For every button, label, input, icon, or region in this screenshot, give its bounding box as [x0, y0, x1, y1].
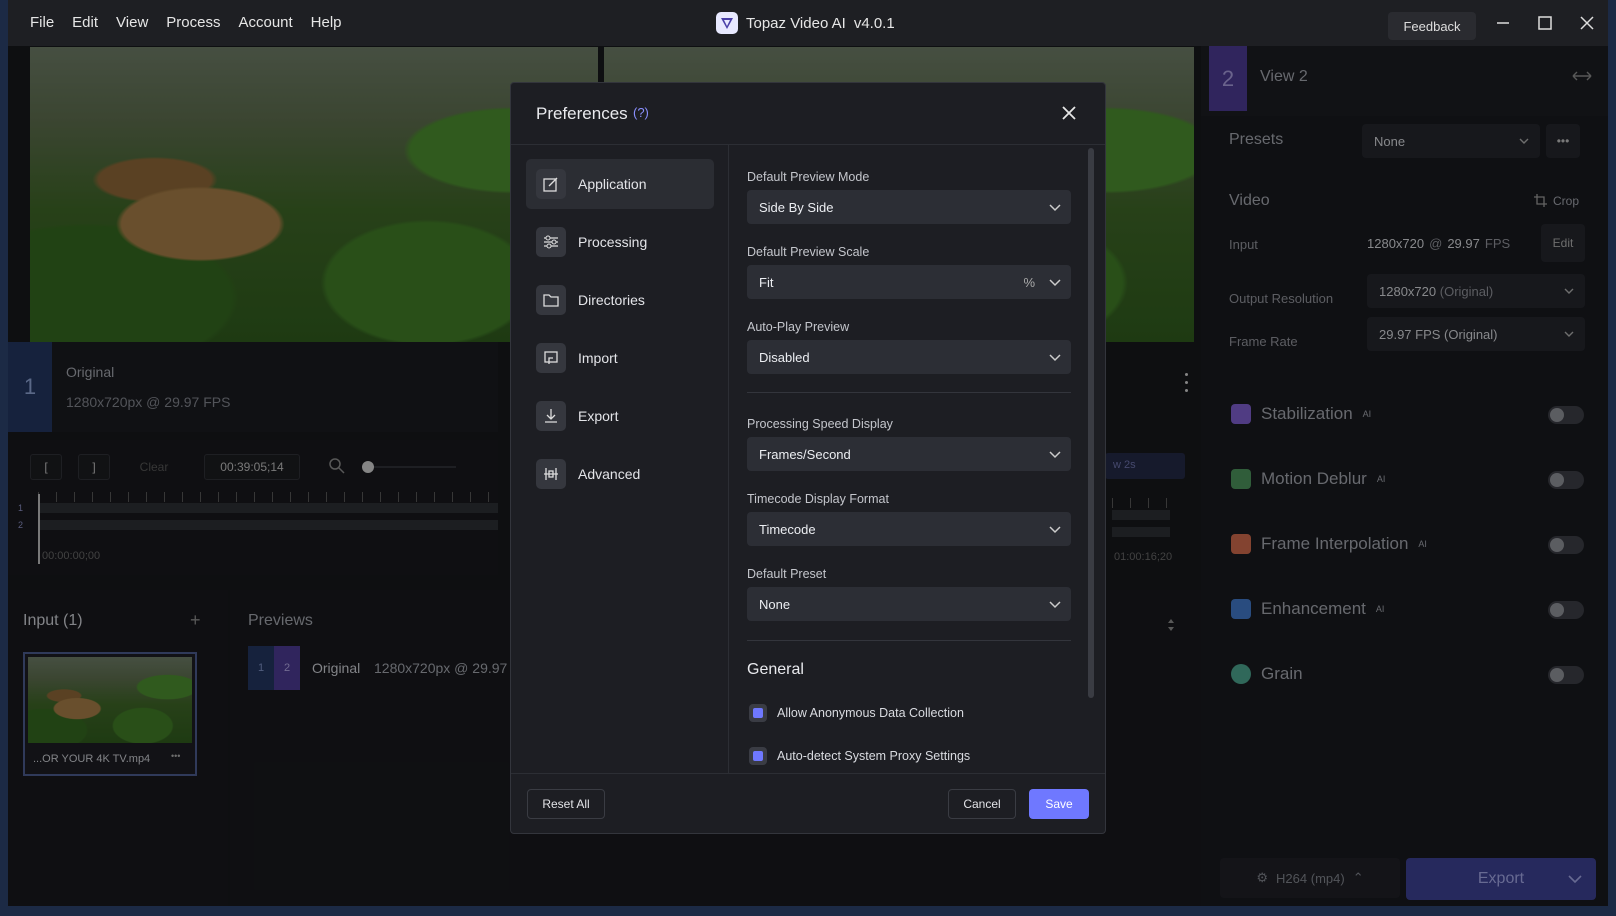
- default-preset-label: Default Preset: [747, 567, 827, 581]
- processing-speed-display-select[interactable]: Frames/Second: [747, 437, 1071, 471]
- default-preview-scale-select[interactable]: Fit %: [747, 265, 1071, 299]
- nav-export[interactable]: Export: [526, 391, 714, 441]
- nav-label: Directories: [578, 292, 645, 308]
- maximize-icon[interactable]: [1530, 10, 1560, 36]
- menu-account[interactable]: Account: [229, 0, 301, 46]
- menu-view[interactable]: View: [107, 0, 157, 46]
- auto-play-preview-select[interactable]: Disabled: [747, 340, 1071, 374]
- close-icon[interactable]: [1059, 103, 1081, 125]
- nav-processing[interactable]: Processing: [526, 217, 714, 267]
- nav-directories[interactable]: Directories: [526, 275, 714, 325]
- chevron-down-icon: [1049, 354, 1061, 362]
- cancel-button[interactable]: Cancel: [948, 789, 1016, 819]
- dialog-footer: Reset All Cancel Save: [511, 773, 1105, 835]
- select-value: None: [759, 596, 791, 612]
- menu-edit[interactable]: Edit: [63, 0, 107, 46]
- menu-help[interactable]: Help: [302, 0, 351, 46]
- nav-label: Export: [578, 408, 619, 424]
- nav-import[interactable]: Import: [526, 333, 714, 383]
- chevron-down-icon: [1049, 451, 1061, 459]
- feedback-button[interactable]: Feedback: [1388, 12, 1476, 40]
- chevron-down-icon: [1049, 204, 1061, 212]
- topaz-logo-icon: [716, 12, 738, 34]
- nav-label: Application: [578, 176, 647, 192]
- select-value: Fit: [759, 274, 774, 290]
- app-name: Topaz Video AI: [746, 14, 846, 32]
- auto-play-preview-label: Auto-Play Preview: [747, 320, 850, 334]
- preferences-nav: Application Processing Directories Impor…: [511, 145, 729, 773]
- default-preview-scale-label: Default Preview Scale: [747, 245, 870, 259]
- preferences-content: Default Preview Mode Side By Side Defaul…: [730, 145, 1105, 773]
- save-button[interactable]: Save: [1029, 789, 1089, 819]
- processing-speed-display-label: Processing Speed Display: [747, 417, 893, 431]
- nav-label: Advanced: [578, 466, 641, 482]
- chevron-down-icon: [1049, 526, 1061, 534]
- advanced-icon: [536, 459, 566, 489]
- select-value: Frames/Second: [759, 446, 851, 462]
- divider: [747, 392, 1071, 393]
- import-icon: [536, 343, 566, 373]
- divider: [747, 640, 1071, 641]
- percent-unit: %: [1023, 274, 1035, 290]
- timecode-display-format-select[interactable]: Timecode: [747, 512, 1071, 546]
- select-value: Side By Side: [759, 199, 834, 215]
- nav-label: Processing: [578, 234, 648, 250]
- preferences-dialog: Preferences (?) Application Processing D…: [510, 82, 1106, 834]
- application-icon: [536, 169, 566, 199]
- timecode-display-format-label: Timecode Display Format: [747, 492, 889, 506]
- app-title: Topaz Video AI v4.0.1: [716, 0, 895, 46]
- nav-label: Import: [578, 350, 618, 366]
- app-version: v4.0.1: [853, 14, 895, 32]
- chevron-down-icon: [1049, 279, 1061, 287]
- proxy-settings-label: Auto-detect System Proxy Settings: [777, 749, 971, 763]
- close-window-icon[interactable]: [1572, 10, 1602, 36]
- help-link[interactable]: (?): [633, 105, 649, 120]
- general-section-title: General: [747, 661, 804, 678]
- dialog-title: Preferences: [536, 104, 628, 123]
- download-icon: [536, 401, 566, 431]
- nav-advanced[interactable]: Advanced: [526, 449, 714, 499]
- menu-bar: File Edit View Process Account Help: [21, 0, 351, 46]
- dialog-scrollbar[interactable]: [1088, 148, 1094, 698]
- folder-icon: [536, 285, 566, 315]
- anonymous-data-checkbox[interactable]: [749, 704, 767, 722]
- sliders-icon: [536, 227, 566, 257]
- reset-all-button[interactable]: Reset All: [527, 789, 605, 819]
- minimize-icon[interactable]: [1488, 10, 1518, 36]
- anonymous-data-label: Allow Anonymous Data Collection: [777, 706, 964, 720]
- chevron-down-icon: [1049, 601, 1061, 609]
- default-preview-mode-select[interactable]: Side By Side: [747, 190, 1071, 224]
- nav-application[interactable]: Application: [526, 159, 714, 209]
- default-preview-mode-label: Default Preview Mode: [747, 170, 870, 184]
- default-preset-select[interactable]: None: [747, 587, 1071, 621]
- menu-file[interactable]: File: [21, 0, 63, 46]
- proxy-settings-checkbox[interactable]: [749, 747, 767, 765]
- menu-process[interactable]: Process: [157, 0, 229, 46]
- dialog-header: Preferences (?): [511, 83, 1105, 145]
- select-value: Timecode: [759, 521, 816, 537]
- select-value: Disabled: [759, 349, 810, 365]
